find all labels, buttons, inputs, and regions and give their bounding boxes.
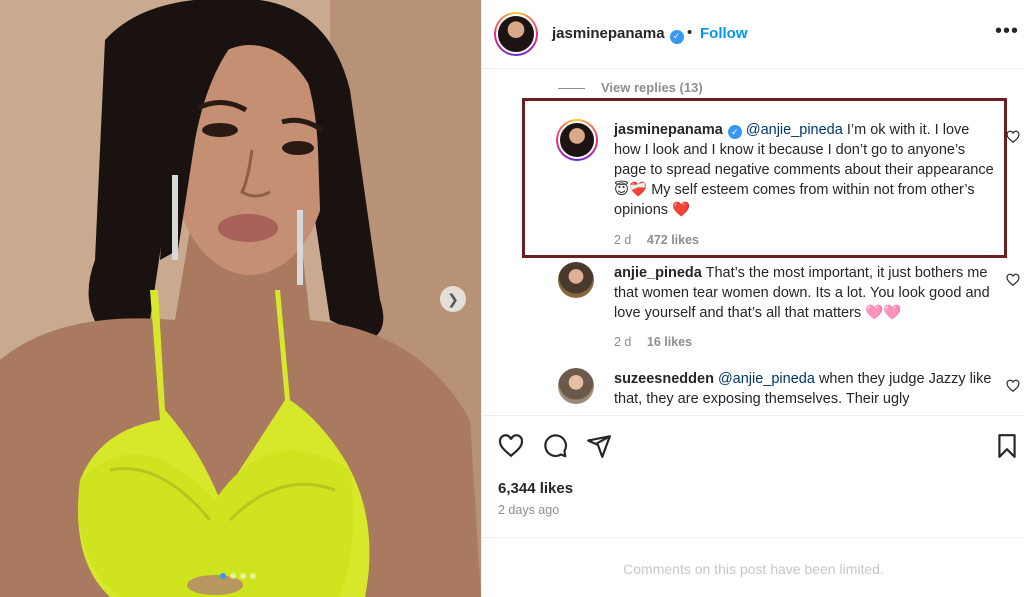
- comment-text: anjie_pineda That’s the most important, …: [614, 263, 994, 323]
- comment-like-heart-icon[interactable]: [1006, 273, 1020, 287]
- post-photo: ❯: [0, 0, 481, 597]
- view-replies-label: View replies (13): [601, 80, 703, 95]
- carousel-next-button[interactable]: ❯: [440, 286, 466, 312]
- carousel-dot: [230, 573, 236, 579]
- replies-divider-line: [558, 88, 585, 90]
- view-replies-button[interactable]: View replies (13): [558, 80, 703, 95]
- comment-meta: 2 d 16 likes: [614, 335, 704, 349]
- comments-list: View replies (13) jasminepanama ✓ @anjie_…: [482, 70, 1024, 415]
- comment-meta: 2 d 472 likes: [614, 233, 711, 247]
- comment-mention[interactable]: @anjie_pineda: [746, 122, 843, 138]
- bookmark-save-icon[interactable]: [994, 433, 1020, 459]
- like-heart-icon[interactable]: [498, 433, 524, 459]
- comment-likes[interactable]: 16 likes: [647, 335, 692, 349]
- author-username-text[interactable]: jasminepanama: [552, 25, 665, 42]
- verified-badge-icon: ✓: [727, 125, 742, 139]
- author-username[interactable]: jasminepanama ✓: [552, 25, 684, 44]
- post-header: jasminepanama ✓ • Follow •••: [482, 0, 1024, 69]
- comment-like-heart-icon[interactable]: [1006, 379, 1020, 393]
- comment-username[interactable]: jasminepanama: [614, 122, 723, 138]
- comments-limited-text: Comments on this post have been limited.: [623, 561, 884, 577]
- more-options-icon[interactable]: •••: [995, 20, 1019, 43]
- carousel-dot: [220, 573, 226, 579]
- post-actions: 6,344 likes 2 days ago: [482, 415, 1024, 547]
- comment-age[interactable]: 2 d: [614, 335, 631, 349]
- header-separator: •: [687, 24, 693, 41]
- comment-bubble-icon[interactable]: [542, 433, 568, 459]
- comment-username[interactable]: anjie_pineda: [614, 265, 702, 281]
- comment-text: suzeesnedden @anjie_pineda when they jud…: [614, 369, 994, 409]
- comment-mention[interactable]: @anjie_pineda: [718, 371, 815, 387]
- post-like-count[interactable]: 6,344 likes: [498, 480, 573, 497]
- post-timestamp[interactable]: 2 days ago: [498, 503, 559, 517]
- carousel-dots: [220, 573, 256, 579]
- comment-like-heart-icon[interactable]: [1006, 130, 1020, 144]
- comment-username[interactable]: suzeesnedden: [614, 371, 714, 387]
- comment-avatar[interactable]: [558, 368, 594, 404]
- carousel-dot: [240, 573, 246, 579]
- comment-avatar[interactable]: [556, 119, 598, 161]
- comment-likes[interactable]: 472 likes: [647, 233, 699, 247]
- carousel-dot: [250, 573, 256, 579]
- follow-button[interactable]: Follow: [700, 25, 748, 42]
- comment-age[interactable]: 2 d: [614, 233, 631, 247]
- share-send-icon[interactable]: [586, 433, 612, 459]
- post-photo-illustration: [0, 0, 481, 597]
- comment-avatar[interactable]: [558, 262, 594, 298]
- post-side-panel: jasminepanama ✓ • Follow ••• View replies…: [481, 0, 1024, 597]
- comment-text: jasminepanama ✓ @anjie_pineda I’m ok with…: [614, 120, 994, 220]
- author-avatar[interactable]: [494, 12, 538, 56]
- verified-badge-icon: ✓: [669, 29, 684, 44]
- comments-limited-notice: Comments on this post have been limited.: [482, 537, 1024, 597]
